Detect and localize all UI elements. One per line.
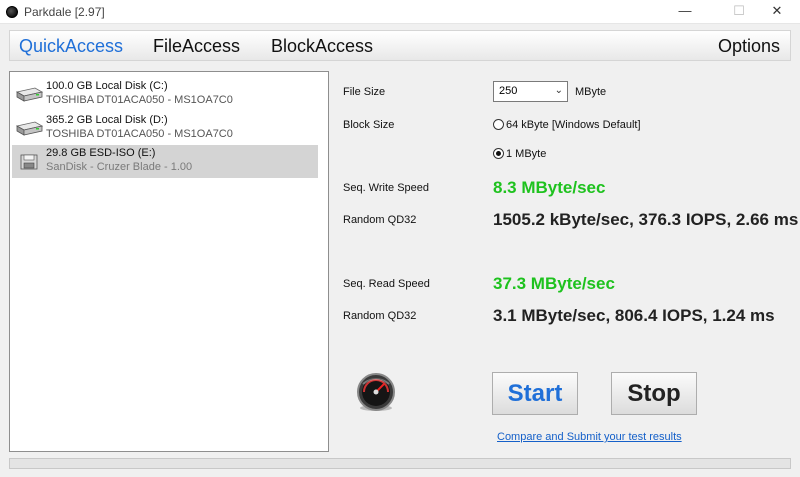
chevron-down-icon: ⌄ xyxy=(554,85,563,96)
drive-name: 365.2 GB Local Disk (D:) xyxy=(46,114,168,126)
window-title: Parkdale [2.97] xyxy=(24,5,105,19)
drive-detail: TOSHIBA DT01ACA050 - MS1OA7C0 xyxy=(46,94,233,106)
stop-button[interactable]: Stop xyxy=(611,372,697,415)
random-read-value: 3.1 MByte/sec, 806.4 IOPS, 1.24 ms xyxy=(493,306,775,325)
drive-item-d[interactable]: 365.2 GB Local Disk (D:) TOSHIBA DT01ACA… xyxy=(12,112,318,145)
file-size-select[interactable]: 250 ⌄ xyxy=(493,81,568,102)
start-button[interactable]: Start xyxy=(492,372,578,415)
drive-item-c[interactable]: 100.0 GB Local Disk (C:) TOSHIBA DT01ACA… xyxy=(12,78,318,111)
random-write-value: 1505.2 kByte/sec, 376.3 IOPS, 2.66 ms xyxy=(493,210,799,229)
file-size-value: 250 xyxy=(499,85,518,97)
seq-read-label: Seq. Read Speed xyxy=(343,278,430,290)
app-icon xyxy=(6,6,18,18)
progress-bar xyxy=(9,458,791,469)
file-size-label: File Size xyxy=(343,86,386,98)
drive-name: 100.0 GB Local Disk (C:) xyxy=(46,80,168,92)
block-option-64k-radio[interactable] xyxy=(493,119,504,130)
minimize-icon[interactable]: — xyxy=(662,0,708,24)
title-bar: Parkdale [2.97] — ☐ ✕ xyxy=(0,0,800,24)
seq-write-label: Seq. Write Speed xyxy=(343,182,430,194)
block-option-64k-label[interactable]: 64 kByte [Windows Default] xyxy=(506,119,641,131)
close-icon[interactable]: ✕ xyxy=(754,0,800,24)
speedometer-icon xyxy=(357,373,395,411)
seq-read-value: 37.3 MByte/sec xyxy=(493,274,615,293)
hard-disk-icon xyxy=(15,121,43,136)
tab-blockaccess[interactable]: BlockAccess xyxy=(271,36,373,57)
block-size-label: Block Size xyxy=(343,119,395,131)
random-read-label: Random QD32 xyxy=(343,310,417,322)
tab-bar: QuickAccess FileAccess BlockAccess Optio… xyxy=(9,30,791,61)
drive-name: 29.8 GB ESD-ISO (E:) xyxy=(46,147,156,159)
file-size-unit: MByte xyxy=(575,86,607,98)
drive-detail: TOSHIBA DT01ACA050 - MS1OA7C0 xyxy=(46,128,233,140)
usb-drive-icon xyxy=(20,154,38,170)
block-option-1m-label[interactable]: 1 MByte xyxy=(506,148,546,160)
drive-detail: SanDisk - Cruzer Blade - 1.00 xyxy=(46,161,193,173)
seq-write-value: 8.3 MByte/sec xyxy=(493,178,606,197)
block-option-1m-radio[interactable] xyxy=(493,148,504,159)
hard-disk-icon xyxy=(15,87,43,102)
tab-options[interactable]: Options xyxy=(718,36,780,57)
drive-item-e[interactable]: 29.8 GB ESD-ISO (E:) SanDisk - Cruzer Bl… xyxy=(12,145,318,178)
drive-list[interactable]: 100.0 GB Local Disk (C:) TOSHIBA DT01ACA… xyxy=(9,71,329,452)
tab-fileaccess[interactable]: FileAccess xyxy=(153,36,240,57)
radio-selected-dot xyxy=(496,151,501,156)
random-write-label: Random QD32 xyxy=(343,214,417,226)
tab-quickaccess[interactable]: QuickAccess xyxy=(19,36,123,57)
submit-results-link[interactable]: Compare and Submit your test results xyxy=(497,431,682,443)
